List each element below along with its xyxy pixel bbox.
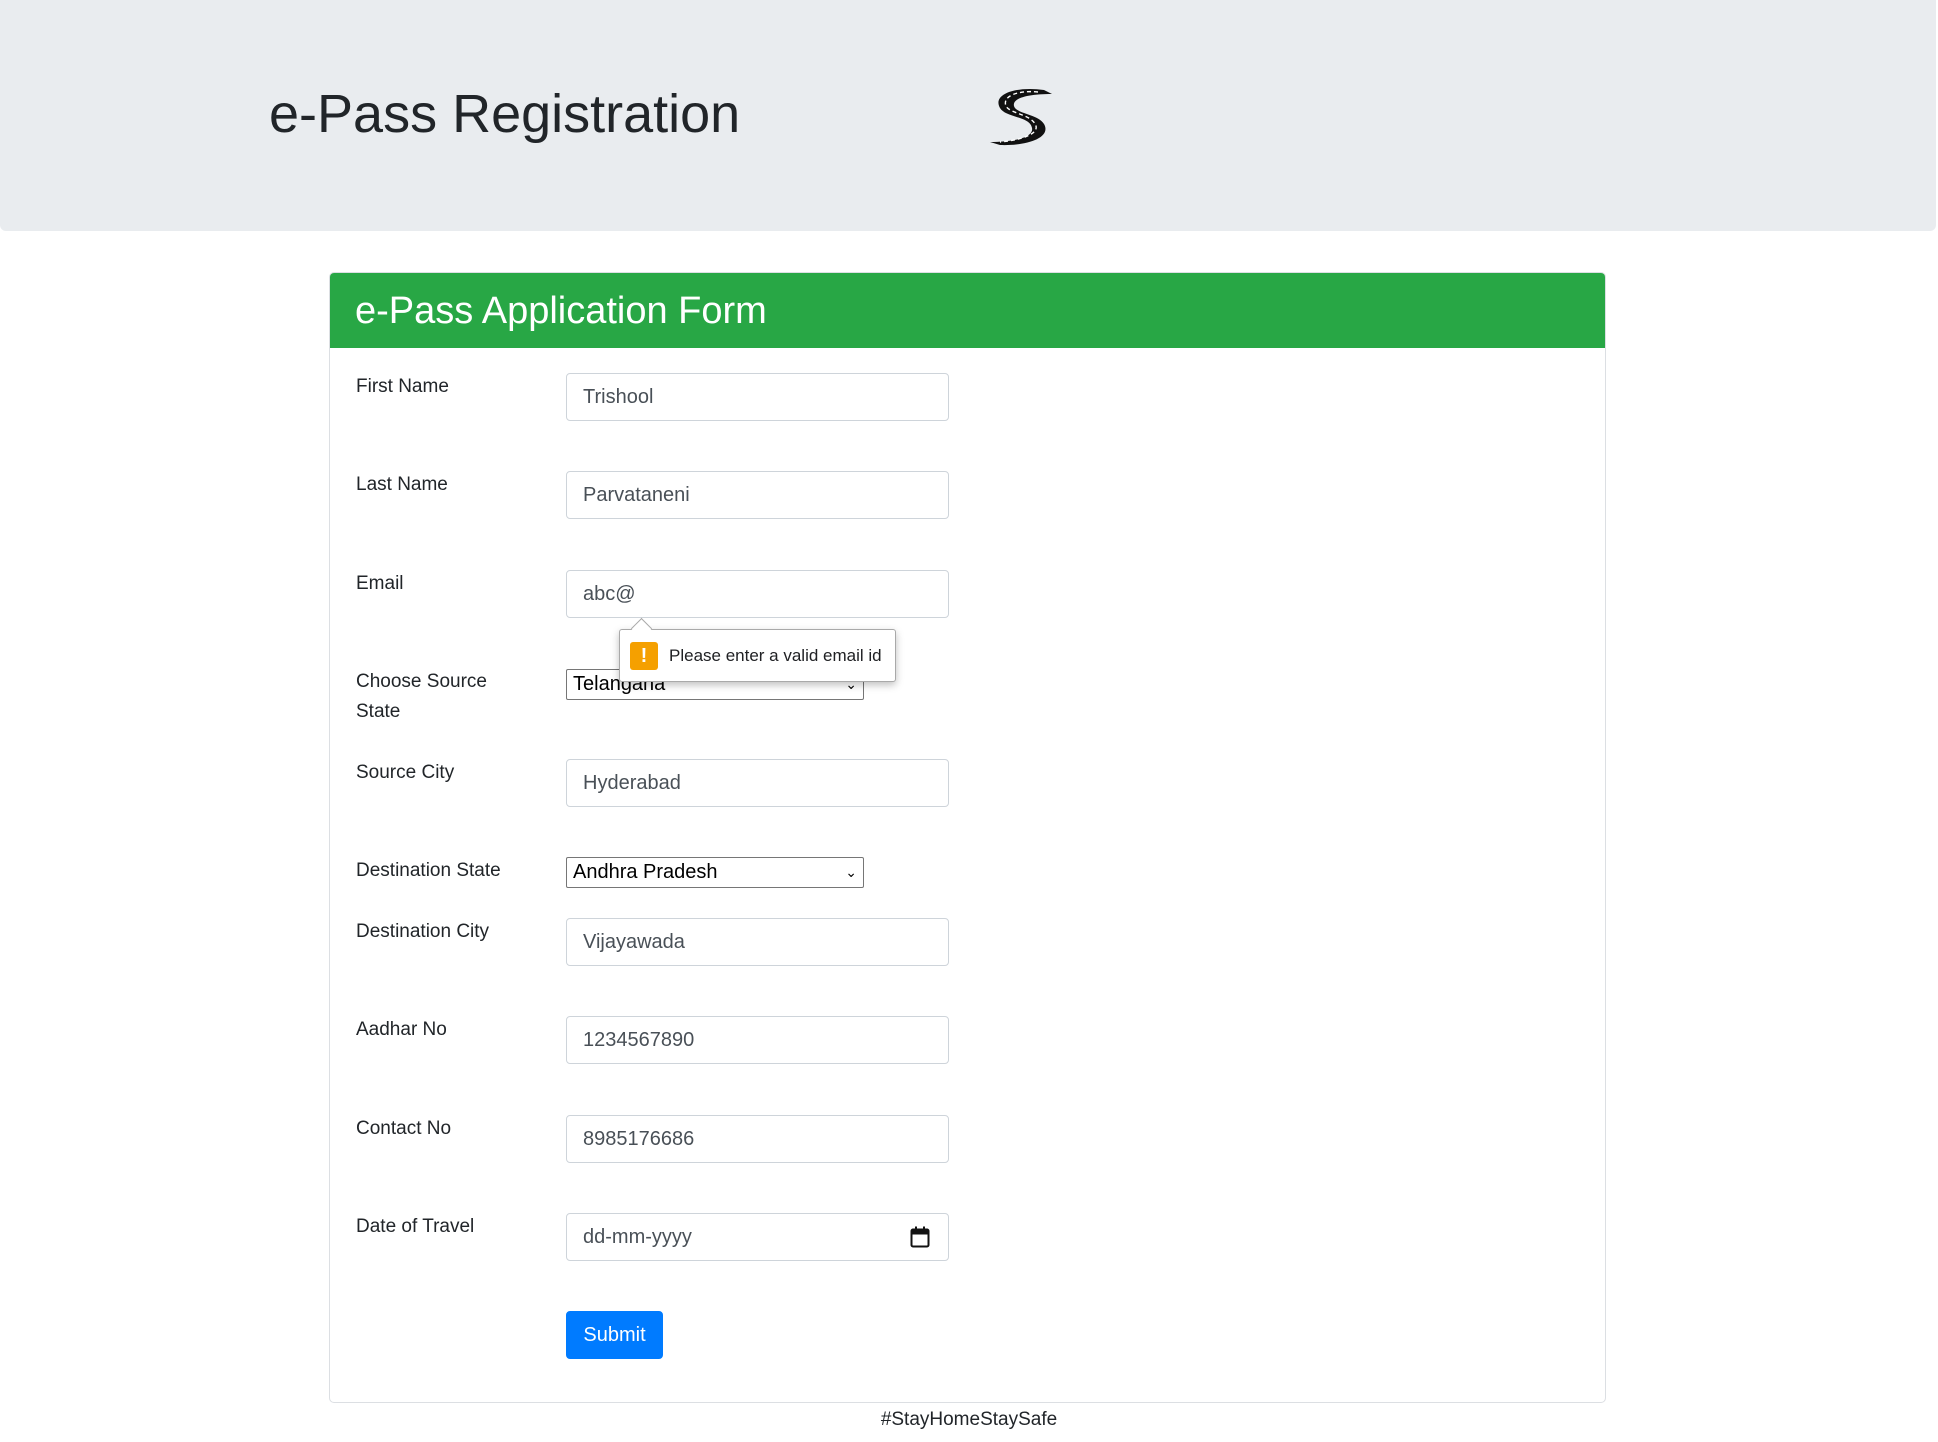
last-name-input[interactable]: Parvataneni (566, 471, 949, 519)
footer-hashtag: #StayHomeStaySafe (880, 1409, 1058, 1430)
source-city-input[interactable]: Hyderabad (566, 759, 949, 807)
form-title: e-Pass Application Form (355, 290, 767, 332)
page-header: e-Pass Registration (0, 0, 1936, 231)
first-name-input[interactable]: Trishool (566, 373, 949, 421)
winding-road-logo-icon (990, 88, 1052, 146)
form-header: e-Pass Application Form (330, 273, 1605, 348)
application-form-card: e-Pass Application Form First Name Trish… (329, 272, 1606, 1403)
submit-button[interactable]: Submit (566, 1311, 663, 1359)
email-input[interactable]: abc@ (566, 570, 949, 618)
source-city-label: Source City (356, 762, 455, 783)
page-title: e-Pass Registration (269, 84, 741, 144)
calendar-icon[interactable] (910, 1226, 930, 1248)
email-label: Email (356, 573, 404, 594)
email-validation-tooltip: ! Please enter a valid email id (619, 629, 896, 682)
last-name-label: Last Name (356, 474, 448, 495)
contact-label: Contact No (356, 1118, 452, 1139)
contact-input[interactable]: 8985176686 (566, 1115, 949, 1163)
destination-state-select[interactable]: Andhra Pradesh ⌄ (566, 857, 864, 888)
destination-city-label: Destination City (356, 921, 490, 942)
travel-date-input[interactable]: dd-mm-yyyy (566, 1213, 949, 1261)
aadhar-label: Aadhar No (356, 1019, 447, 1040)
destination-city-input[interactable]: Vijayawada (566, 918, 949, 966)
first-name-label: First Name (356, 376, 449, 397)
aadhar-input[interactable]: 1234567890 (566, 1016, 949, 1064)
validation-message: Please enter a valid email id (669, 646, 882, 665)
destination-state-value: Andhra Pradesh (573, 861, 718, 883)
travel-date-label: Date of Travel (356, 1216, 475, 1237)
destination-state-label: Destination State (356, 860, 501, 881)
chevron-down-icon: ⌄ (845, 864, 857, 880)
warning-icon: ! (630, 642, 658, 670)
source-state-label: Choose Source State (356, 671, 487, 722)
travel-date-placeholder: dd-mm-yyyy (583, 1226, 692, 1248)
